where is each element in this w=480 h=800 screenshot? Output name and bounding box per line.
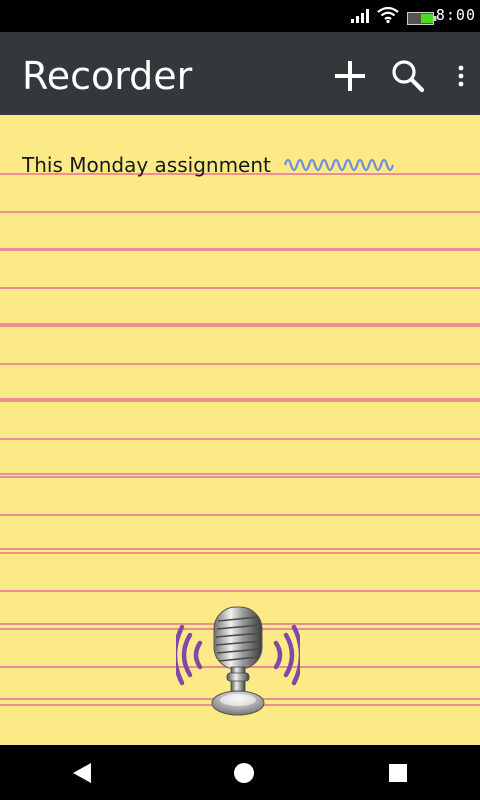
home-button[interactable] [228,757,260,789]
navigation-bar [0,745,480,800]
search-icon [392,60,425,93]
status-time: 8:00 [435,6,476,24]
more-vert-icon [458,65,464,87]
add-icon [335,61,365,91]
recording-title: This Monday assignment [22,153,271,177]
recordings-list: This Monday assignment [0,115,480,745]
search-button[interactable] [390,58,426,94]
signal-icon [351,8,369,27]
app-bar: Recorder [0,32,480,115]
more-options-button[interactable] [448,58,474,94]
microphone-icon [172,606,304,716]
home-icon [234,763,254,783]
back-button[interactable] [66,757,98,789]
recents-icon [389,764,407,782]
screen: 8:00 Recorder This Monday assignment [0,0,480,800]
back-icon [73,763,91,783]
app-title: Recorder [22,54,193,98]
add-button[interactable] [332,58,368,94]
status-bar: 8:00 [0,0,480,32]
battery-icon [407,10,437,29]
waveform-icon [283,158,394,172]
record-button[interactable] [172,603,304,721]
recents-button[interactable] [382,757,414,789]
list-item[interactable]: This Monday assignment [22,151,395,179]
wifi-icon [377,6,399,27]
